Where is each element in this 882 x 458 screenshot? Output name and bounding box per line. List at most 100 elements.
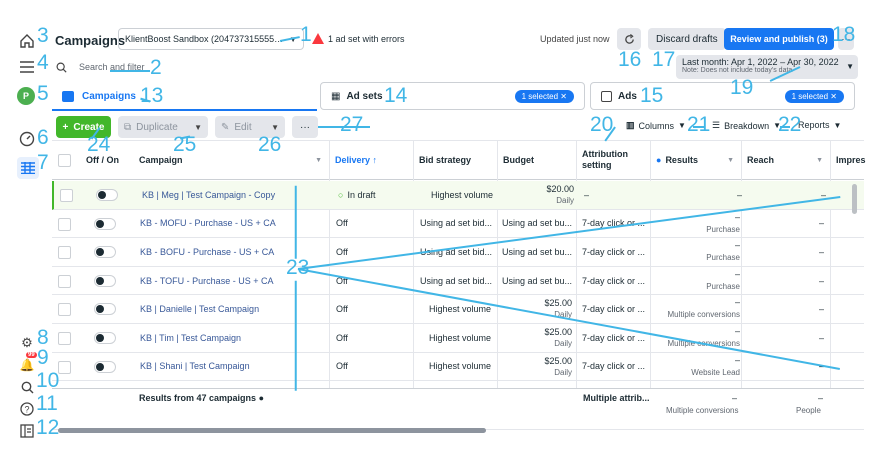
- column-header-reach[interactable]: Reach ▼: [741, 140, 829, 180]
- annotation-number: 16: [618, 48, 642, 71]
- more-actions-button[interactable]: ···: [292, 116, 318, 138]
- chevron-down-icon: ▼: [727, 156, 734, 164]
- results-type: Website Lead: [691, 367, 740, 377]
- row-checkbox[interactable]: [58, 332, 71, 345]
- campaign-toggle[interactable]: [94, 274, 116, 287]
- table-row[interactable]: KB | Danielle | Test Campaign Off Highes…: [52, 295, 864, 324]
- row-checkbox[interactable]: [58, 303, 71, 317]
- error-warning-icon[interactable]: [312, 33, 324, 44]
- avatar[interactable]: P: [17, 87, 35, 105]
- search-icon[interactable]: [18, 378, 36, 396]
- breakdown-button[interactable]: ☰ Breakdown ▼: [712, 120, 781, 131]
- adsets-selected-badge[interactable]: 1 selected ✕: [514, 89, 574, 103]
- column-header-bid-strategy[interactable]: Bid strategy: [413, 140, 496, 180]
- results-type: Purchase: [706, 253, 740, 263]
- campaign-toggle[interactable]: [94, 217, 116, 230]
- refresh-button[interactable]: [617, 28, 641, 50]
- menu-icon[interactable]: [18, 58, 36, 76]
- bid-strategy: Highest volume: [429, 361, 492, 372]
- columns-icon: ▥: [626, 120, 635, 130]
- campaign-name-link[interactable]: KB | Shani | Test Campaign: [140, 353, 332, 381]
- annotation-pointer-line: [693, 126, 705, 128]
- table-row[interactable]: KB - MOFU - Purchase - US + CA Off Using…: [52, 210, 864, 239]
- row-checkbox[interactable]: [58, 274, 71, 288]
- pencil-icon: ✎: [221, 121, 230, 133]
- discard-drafts-button[interactable]: Discard drafts: [648, 28, 726, 50]
- column-header-results[interactable]: ● Results ▼: [650, 140, 740, 180]
- search-icon: [56, 62, 67, 73]
- notifications-bell-icon[interactable]: 🔔: [18, 356, 36, 374]
- annotation-number: 6: [37, 126, 49, 149]
- reach-value: –: [820, 189, 826, 200]
- column-header-campaign[interactable]: Campaign ▼: [133, 140, 328, 180]
- report-panel-icon[interactable]: [18, 422, 36, 440]
- settings-gear-icon[interactable]: ⚙: [18, 334, 36, 352]
- column-header-attribution[interactable]: Attribution setting: [576, 140, 648, 180]
- table-row[interactable]: KB - TOFU - Purchase - US + CA Off Using…: [52, 267, 864, 296]
- home-icon[interactable]: [18, 32, 36, 50]
- campaigns-grid-icon[interactable]: [17, 157, 39, 179]
- ads-selected-badge[interactable]: 1 selected ✕: [784, 89, 844, 103]
- attribution-setting: –: [584, 189, 590, 200]
- row-checkbox[interactable]: [58, 246, 71, 260]
- dashboard-gauge-icon[interactable]: [18, 130, 36, 148]
- row-checkbox[interactable]: [58, 217, 71, 231]
- table-row[interactable]: KB - BOFU - Purchase - US + CA Off Using…: [52, 238, 864, 267]
- delivery-status: Off: [336, 332, 348, 343]
- annotation-number: 2: [150, 56, 162, 79]
- svg-text:?: ?: [24, 405, 29, 415]
- campaign-toggle[interactable]: [94, 360, 116, 373]
- row-checkbox[interactable]: [58, 360, 71, 374]
- summary-attribution: Multiple attrib...: [583, 393, 650, 403]
- annotation-pointer-line: [780, 126, 790, 128]
- campaign-toggle[interactable]: [94, 303, 116, 316]
- tab-ads[interactable]: Ads 1 selected ✕: [590, 82, 855, 110]
- delivery-status: Off: [336, 218, 348, 229]
- tab-adsets[interactable]: ▦ Ad sets 1 selected ✕: [320, 82, 585, 110]
- campaign-toggle[interactable]: [94, 246, 116, 259]
- campaign-name-link[interactable]: KB | Tim | Test Campaign: [140, 324, 332, 352]
- campaign-name-link[interactable]: KB | Meg | Test Campaign - Copy: [142, 181, 334, 209]
- review-publish-button[interactable]: Review and publish (3): [724, 28, 834, 50]
- annotation-pointer-line: [295, 185, 297, 259]
- search-bar[interactable]: Search and filter: [50, 56, 670, 78]
- summary-reach: –: [818, 393, 824, 403]
- account-selector[interactable]: KlientBoost Sandbox (204737315555… ▼: [118, 28, 304, 50]
- budget-value: $25.00: [544, 327, 572, 337]
- row-checkbox[interactable]: [60, 189, 73, 202]
- horizontal-scrollbar[interactable]: [58, 428, 486, 433]
- campaign-toggle[interactable]: [94, 332, 116, 344]
- page-title: Campaigns: [55, 33, 126, 48]
- chevron-down-icon: ▼: [846, 62, 854, 71]
- campaign-toggle[interactable]: [96, 189, 118, 201]
- date-range-picker[interactable]: Last month: Apr 1, 2022 – Apr 30, 2022 N…: [676, 55, 858, 79]
- reports-button[interactable]: Reports ▼: [798, 120, 841, 130]
- column-header-delivery[interactable]: Delivery ↑: [329, 140, 412, 180]
- column-header-budget[interactable]: Budget: [497, 140, 575, 180]
- campaign-name-link[interactable]: KB | Danielle | Test Campaign: [140, 295, 332, 323]
- results-type: Purchase: [706, 281, 740, 291]
- attribution-setting: 7-day click or ...: [582, 275, 646, 286]
- table-row[interactable]: KB | Meg | Test Campaign - Copy ○ In draf…: [52, 181, 864, 210]
- chevron-down-icon: ▼: [271, 122, 279, 132]
- help-icon[interactable]: ?: [18, 400, 36, 418]
- delivery-status: Off: [336, 275, 348, 286]
- annotation-pointer-line: [295, 280, 297, 391]
- annotation-number: 14: [384, 84, 408, 107]
- error-status[interactable]: 1 ad set with errors: [328, 34, 405, 44]
- tab-campaigns[interactable]: Campaigns: [52, 82, 317, 110]
- chevron-down-icon: ▼: [194, 122, 202, 132]
- reach-value: –: [818, 275, 824, 286]
- select-all-checkbox[interactable]: [58, 154, 71, 167]
- bid-strategy: Highest volume: [431, 189, 494, 200]
- chevron-down-icon: ▼: [816, 156, 823, 164]
- columns-button[interactable]: ▥ Columns ▼: [626, 120, 686, 131]
- plus-icon: +: [62, 121, 69, 133]
- table-row[interactable]: KB | Tim | Test Campaign Off Highest vol…: [52, 324, 864, 353]
- attribution-setting: 7-day click or ...: [582, 361, 646, 372]
- campaign-name-link[interactable]: KB - MOFU - Purchase - US + CA: [140, 210, 332, 238]
- vertical-scrollbar[interactable]: [852, 184, 857, 214]
- table-row[interactable]: KB | Shani | Test Campaign Off Highest v…: [52, 353, 864, 382]
- column-header-impressions[interactable]: Impres: [830, 140, 866, 180]
- summary-results-sub: Multiple conversions: [666, 406, 739, 415]
